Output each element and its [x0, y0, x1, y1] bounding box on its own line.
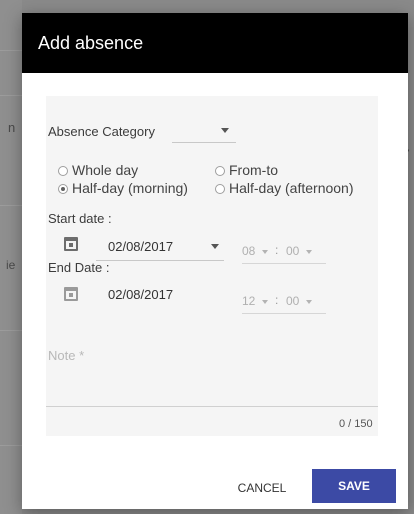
cancel-button[interactable]: CANCEL [222, 473, 302, 503]
background-text: ie [6, 258, 16, 272]
chevron-down-icon [306, 250, 312, 254]
calendar-icon[interactable] [64, 237, 78, 251]
background-text: n [8, 120, 16, 135]
start-date-value: 02/08/2017 [108, 239, 174, 254]
chevron-down-icon [262, 300, 268, 304]
end-date-value: 02/08/2017 [108, 287, 174, 302]
chevron-down-icon [306, 300, 312, 304]
note-label: Note * [48, 348, 85, 363]
save-button[interactable]: SAVE [312, 469, 396, 503]
radio-label: Half-day (morning) [72, 180, 188, 196]
end-minute[interactable]: 00 [286, 294, 299, 308]
end-hour[interactable]: 12 [242, 294, 255, 308]
time-separator: : [275, 243, 279, 257]
absence-category-label: Absence Category [48, 124, 155, 139]
start-hour[interactable]: 08 [242, 244, 255, 258]
radio-label: Half-day (afternoon) [229, 180, 354, 196]
background-divider [0, 445, 22, 446]
start-date-label: Start date : [48, 211, 112, 226]
time-separator: : [275, 293, 279, 307]
end-date-label: End Date : [48, 260, 110, 275]
radio-button-selected[interactable] [58, 184, 68, 194]
chevron-down-icon [211, 244, 219, 249]
absence-category-select[interactable] [172, 120, 236, 144]
radio-label: From-to [229, 162, 278, 178]
time-underline [242, 263, 326, 264]
dialog-title: Add absence [38, 33, 144, 53]
background-left-strip [0, 0, 22, 514]
start-date-picker[interactable]: 02/08/2017 [96, 234, 224, 262]
end-date-picker[interactable]: 02/08/2017 [96, 284, 224, 312]
radio-button[interactable] [215, 166, 225, 176]
note-textarea[interactable]: Note * [46, 336, 378, 408]
chevron-down-icon [221, 128, 229, 133]
radio-button[interactable] [58, 166, 68, 176]
time-underline [242, 313, 326, 314]
add-absence-dialog: Add absence Absence Category Whole day F… [22, 13, 408, 509]
absence-form-panel: Absence Category Whole day From-to Half-… [46, 96, 378, 436]
radio-button[interactable] [215, 184, 225, 194]
note-underline [46, 406, 378, 407]
calendar-icon[interactable] [64, 287, 78, 301]
radio-label: Whole day [72, 162, 139, 178]
background-divider [0, 50, 22, 51]
date-underline [96, 260, 224, 261]
background-divider [0, 330, 22, 331]
note-character-counter: 0 / 150 [339, 418, 373, 430]
end-time-picker[interactable]: 12 : 00 [242, 292, 326, 314]
chevron-down-icon [262, 250, 268, 254]
dialog-header: Add absence [22, 13, 408, 73]
select-underline [172, 142, 236, 143]
background-divider [0, 95, 22, 96]
start-minute[interactable]: 00 [286, 244, 299, 258]
start-time-picker[interactable]: 08 : 00 [242, 242, 326, 264]
background-divider [0, 205, 22, 206]
